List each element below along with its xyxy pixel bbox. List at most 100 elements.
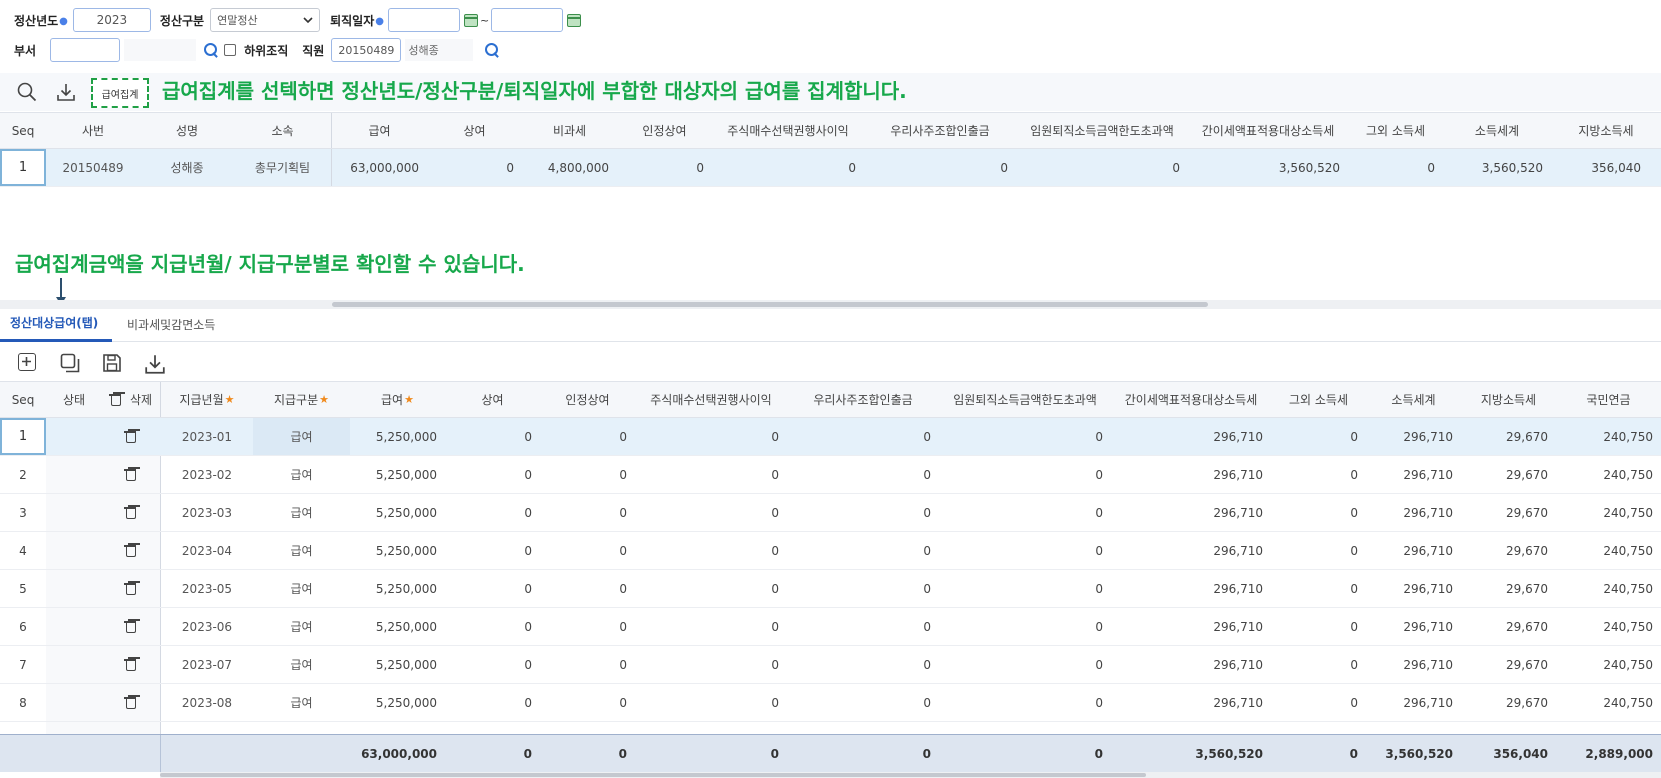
type-label: 정산구분 <box>159 13 205 28</box>
delete-row-button[interactable] <box>102 608 160 645</box>
cell-local-tax: 29,670 <box>1506 581 1548 596</box>
col-seq: Seq <box>11 392 35 407</box>
cell-local-tax: 29,670 <box>1506 543 1548 558</box>
retire-to-input[interactable] <box>491 8 564 32</box>
cell-esop-withdraw: 0 <box>923 657 931 672</box>
total-national-pension: 2,889,000 <box>1585 746 1653 761</box>
download-icon[interactable] <box>55 81 77 103</box>
cell-deemed-bonus: 0 <box>619 429 627 444</box>
retire-label-text: 퇴직일자 <box>330 13 375 28</box>
cell-simple-tax: 296,710 <box>1213 543 1263 558</box>
cell-deemed-bonus: 0 <box>619 695 627 710</box>
cell-pay-month: 2023-04 <box>181 543 233 558</box>
col-simple-tax: 간이세액표적용대상소득세 <box>1201 124 1335 138</box>
cell-bonus: 0 <box>524 429 532 444</box>
cell-salary: 5,250,000 <box>375 505 437 520</box>
total-bonus: 0 <box>523 746 532 761</box>
top-grid-header: Seq 사번 성명 소속 급여 상여 비과세 인정상여 주식매수선택권행사이익 … <box>0 112 1661 149</box>
total-salary: 63,000,000 <box>361 746 437 761</box>
delete-row-button[interactable] <box>102 684 160 721</box>
cell-esop-withdraw: 0 <box>923 505 931 520</box>
trash-icon <box>124 620 137 633</box>
cell-stock-option: 0 <box>771 619 779 634</box>
cell-local-tax: 29,670 <box>1506 657 1548 672</box>
delete-row-button[interactable] <box>102 418 160 455</box>
delete-row-button[interactable] <box>102 532 160 569</box>
col-stock-option: 주식매수선택권행사이익 <box>650 393 772 407</box>
cell-income-tax-total: 296,710 <box>1403 505 1453 520</box>
table-row[interactable]: 1 2023-01 급여 5,250,000 0 0 0 0 0 296,710… <box>0 418 1661 456</box>
col-emp-no: 사번 <box>81 124 105 138</box>
save-icon[interactable] <box>102 353 122 373</box>
cell-pay-type: 급여 <box>290 620 313 634</box>
cell-deemed-bonus: 0 <box>696 160 704 175</box>
tab-settlement-salary[interactable]: 정산대상급여(탭) <box>0 306 112 342</box>
download-icon-svg <box>57 84 75 101</box>
search-icon[interactable] <box>16 81 38 103</box>
cell-pay-month: 2023-06 <box>181 619 233 634</box>
tab-nontax-income[interactable]: 비과세및감면소득 <box>127 306 237 342</box>
table-row[interactable]: 1 20150489 성해종 총무기획팀 63,000,000 0 4,800,… <box>0 149 1661 187</box>
table-row[interactable]: 8 2023-08 급여 5,250,000 0 0 0 0 0 296,710… <box>0 684 1661 722</box>
retire-from-input[interactable] <box>387 8 460 32</box>
cell-stock-option: 0 <box>771 467 779 482</box>
calendar-icon[interactable] <box>567 13 582 27</box>
search-icon[interactable] <box>485 42 500 58</box>
cell-local-tax: 29,670 <box>1506 619 1548 634</box>
search-icon[interactable] <box>204 42 219 58</box>
add-row-icon[interactable] <box>18 353 36 371</box>
trash-icon <box>124 430 137 443</box>
row-seq: 6 <box>19 619 27 634</box>
cell-other-tax: 0 <box>1350 467 1358 482</box>
scroll-thumb[interactable] <box>160 773 1146 777</box>
aggregate-button[interactable]: 급여집계 <box>91 78 149 108</box>
col-deemed-bonus: 인정상여 <box>565 393 610 407</box>
calendar-icon[interactable] <box>463 13 478 27</box>
table-row[interactable]: 3 2023-03 급여 5,250,000 0 0 0 0 0 296,710… <box>0 494 1661 532</box>
table-row[interactable]: 2 2023-02 급여 5,250,000 0 0 0 0 0 296,710… <box>0 456 1661 494</box>
bottom-grid-scrollbar[interactable] <box>160 772 1661 778</box>
row-seq: 3 <box>19 505 27 520</box>
delete-row-button[interactable] <box>102 570 160 607</box>
table-row[interactable]: 6 2023-06 급여 5,250,000 0 0 0 0 0 296,710… <box>0 608 1661 646</box>
cell-simple-tax: 296,710 <box>1213 505 1263 520</box>
table-row[interactable]: 5 2023-05 급여 5,250,000 0 0 0 0 0 296,710… <box>0 570 1661 608</box>
cell-income-tax-total: 296,710 <box>1403 619 1453 634</box>
cell-stock-option: 0 <box>771 657 779 672</box>
cell-other-tax: 0 <box>1350 505 1358 520</box>
cell-pay-type: 급여 <box>290 696 313 710</box>
delete-row-button[interactable] <box>102 494 160 531</box>
table-row[interactable]: 7 2023-07 급여 5,250,000 0 0 0 0 0 296,710… <box>0 646 1661 684</box>
chevron-down-icon <box>303 17 313 24</box>
row-seq: 2 <box>19 467 27 482</box>
cell-stock-option: 0 <box>771 505 779 520</box>
year-label-text: 정산년도 <box>14 13 59 28</box>
cell-salary: 5,250,000 <box>375 619 437 634</box>
emp-id-input[interactable]: 20150489 <box>331 38 402 62</box>
cell-other-tax: 0 <box>1350 695 1358 710</box>
row-seq: 7 <box>19 657 27 672</box>
delete-row-button[interactable] <box>102 456 160 493</box>
col-simple-tax: 간이세액표적용대상소득세 <box>1124 393 1258 407</box>
type-select[interactable]: 연말정산 <box>210 8 321 32</box>
col-bonus: 상여 <box>463 124 486 138</box>
total-deemed-bonus: 0 <box>618 746 627 761</box>
sub-org-checkbox[interactable] <box>224 44 237 56</box>
copy-icon[interactable] <box>60 353 80 373</box>
dept-code-input[interactable] <box>50 38 121 62</box>
download-icon[interactable] <box>144 353 166 375</box>
cell-exec-retire: 0 <box>1172 160 1180 175</box>
delete-row-button[interactable] <box>102 646 160 683</box>
row-seq: 8 <box>19 695 27 710</box>
table-row[interactable]: 4 2023-04 급여 5,250,000 0 0 0 0 0 296,710… <box>0 532 1661 570</box>
cell-exec-retire: 0 <box>1095 695 1103 710</box>
cell-national-pension: 240,750 <box>1603 657 1653 672</box>
cell-esop-withdraw: 0 <box>923 695 931 710</box>
year-input[interactable]: 2023 <box>72 8 151 32</box>
filter-panel: 정산년도● 2023 정산구분 연말정산 퇴직일자● ~ 부서 하위조직 직원 … <box>0 0 1661 72</box>
cell-income-tax-total: 296,710 <box>1403 467 1453 482</box>
tab-bar: 정산대상급여(탭) 비과세및감면소득 <box>0 306 1661 342</box>
cell-national-pension: 240,750 <box>1603 619 1653 634</box>
col-salary: 급여 <box>368 124 391 138</box>
cell-dept: 총무기획팀 <box>254 161 311 175</box>
